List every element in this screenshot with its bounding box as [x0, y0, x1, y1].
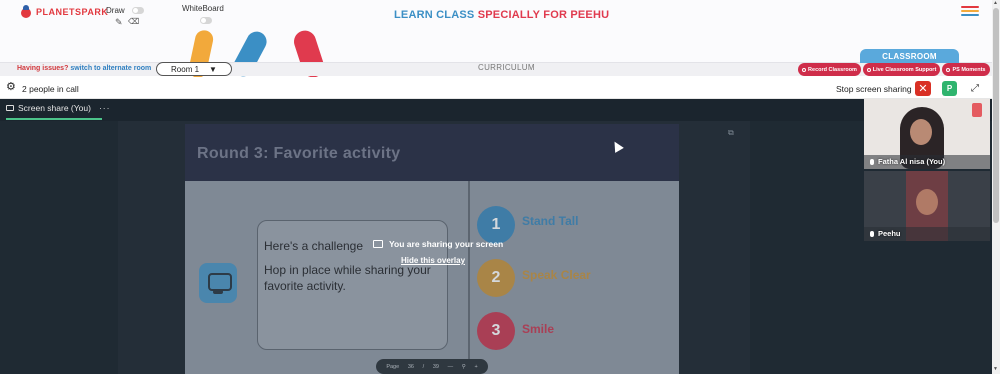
moments-icon [946, 67, 951, 72]
record-icon [802, 67, 807, 72]
draw-label: Draw [106, 6, 125, 15]
participant-name-peehu: Peehu [870, 229, 901, 238]
moments-label: PS Moments [952, 66, 986, 73]
room-select[interactable]: Room 1 ▼ [156, 62, 232, 76]
pager-total-pages: 39 [432, 363, 439, 370]
pop-out-icon[interactable]: ⧉ [728, 128, 734, 138]
record-label: Record Classroom [808, 66, 857, 73]
live-support-button[interactable]: Live Classroom Support [863, 63, 940, 76]
microphone-icon [870, 158, 874, 165]
stage-tab-row [0, 99, 992, 121]
switch-room-link[interactable]: switch to alternate room [70, 65, 151, 72]
record-classroom-button[interactable]: Record Classroom [798, 63, 861, 76]
settings-gear-icon[interactable]: ⚙ [6, 82, 16, 93]
scroll-down-arrow-icon[interactable]: ▼ [993, 366, 998, 372]
sharing-overlay-message: You are sharing your screen [373, 239, 503, 249]
support-label: Live Classroom Support [872, 66, 937, 73]
zoom-icon[interactable]: ⚲ [462, 364, 466, 370]
participant-face [910, 119, 932, 145]
tab-classroom[interactable]: CLASSROOM [860, 49, 959, 63]
caret-down-icon: ▼ [209, 64, 217, 74]
menu-line [961, 6, 979, 8]
slide-pager: Page 36 / 39 — ⚲ + [376, 359, 488, 374]
microphone-icon [870, 230, 874, 237]
page-title: LEARN CLASS SPECIALLY FOR PEEHU [394, 9, 609, 21]
stop-sharing-close-button[interactable]: ✕ [915, 81, 931, 96]
pencil-icon[interactable]: ✎ [115, 18, 123, 27]
zoom-in-icon[interactable]: + [474, 364, 477, 370]
issues-notice: Having issues? switch to alternate room [17, 65, 151, 72]
whiteboard-toggle[interactable] [200, 17, 212, 24]
pager-current-page[interactable]: 36 [408, 364, 414, 370]
wall-poster [972, 103, 982, 117]
step-label-2: Speak Clear [522, 268, 591, 282]
screen-share-tab-label: Screen share (You) [18, 103, 91, 113]
expand-icon[interactable]: ⤢ [967, 81, 983, 96]
logo-text: PLANETSPARK [36, 7, 109, 17]
pager-page-label: Page [386, 363, 400, 370]
screen-share-tab[interactable]: Screen share (You) ··· [6, 103, 110, 113]
participant-name-label: Peehu [878, 229, 901, 238]
slide-divider [468, 181, 470, 374]
title-part-2: SPECIALLY FOR PEEHU [477, 9, 610, 21]
step-label-3: Smile [522, 322, 555, 336]
step-label-1: Stand Tall [522, 214, 579, 228]
participant-name-self: Fatha Al nisa (You) [870, 157, 945, 166]
screen-share-icon [373, 240, 383, 248]
participant-avatar[interactable]: P [942, 81, 957, 96]
stop-screen-sharing-label: Stop screen sharing [836, 84, 912, 94]
screen-share-icon [6, 105, 14, 111]
tab-curriculum[interactable]: CURRICULUM [478, 63, 535, 72]
scrollbar-thumb[interactable] [993, 8, 999, 223]
title-part-1: LEARN CLASS [394, 9, 475, 21]
challenge-body: Hop in place while sharing your favorite… [264, 263, 431, 294]
more-options-icon[interactable]: ··· [99, 103, 111, 113]
support-icon [866, 67, 871, 72]
menu-line [961, 10, 979, 12]
step-number-3: 3 [477, 312, 515, 350]
people-count: 2 people in call [22, 84, 79, 94]
issues-text: Having issues? [17, 65, 69, 72]
sharing-overlay-text: You are sharing your screen [389, 239, 504, 249]
room-select-value: Room 1 [171, 64, 200, 74]
active-tab-indicator [6, 118, 102, 120]
planetspark-logo-icon [20, 5, 32, 19]
draw-toggle[interactable] [132, 7, 144, 14]
ps-moments-button[interactable]: PS Moments [942, 63, 990, 76]
eraser-icon[interactable]: ⌫ [128, 18, 139, 26]
participant-face [916, 189, 938, 215]
participant-name-label: Fatha Al nisa (You) [878, 157, 946, 166]
whiteboard-label: WhiteBoard [182, 4, 224, 13]
scroll-up-arrow-icon[interactable]: ▲ [993, 0, 998, 6]
classroom-page: PLANETSPARK Draw ✎ ⌫ WhiteBoard LEARN CL… [0, 0, 1000, 374]
step-number-2: 2 [477, 259, 515, 297]
hide-overlay-link[interactable]: Hide this overlay [401, 256, 465, 265]
robot-icon [199, 263, 237, 303]
zoom-out-icon[interactable]: — [448, 364, 454, 370]
planetspark-logo: PLANETSPARK [20, 5, 108, 19]
menu-line [961, 14, 979, 16]
pager-separator: / [422, 363, 425, 370]
hamburger-menu-icon[interactable] [961, 6, 979, 17]
slide-title: Round 3: Favorite activity [197, 145, 401, 162]
